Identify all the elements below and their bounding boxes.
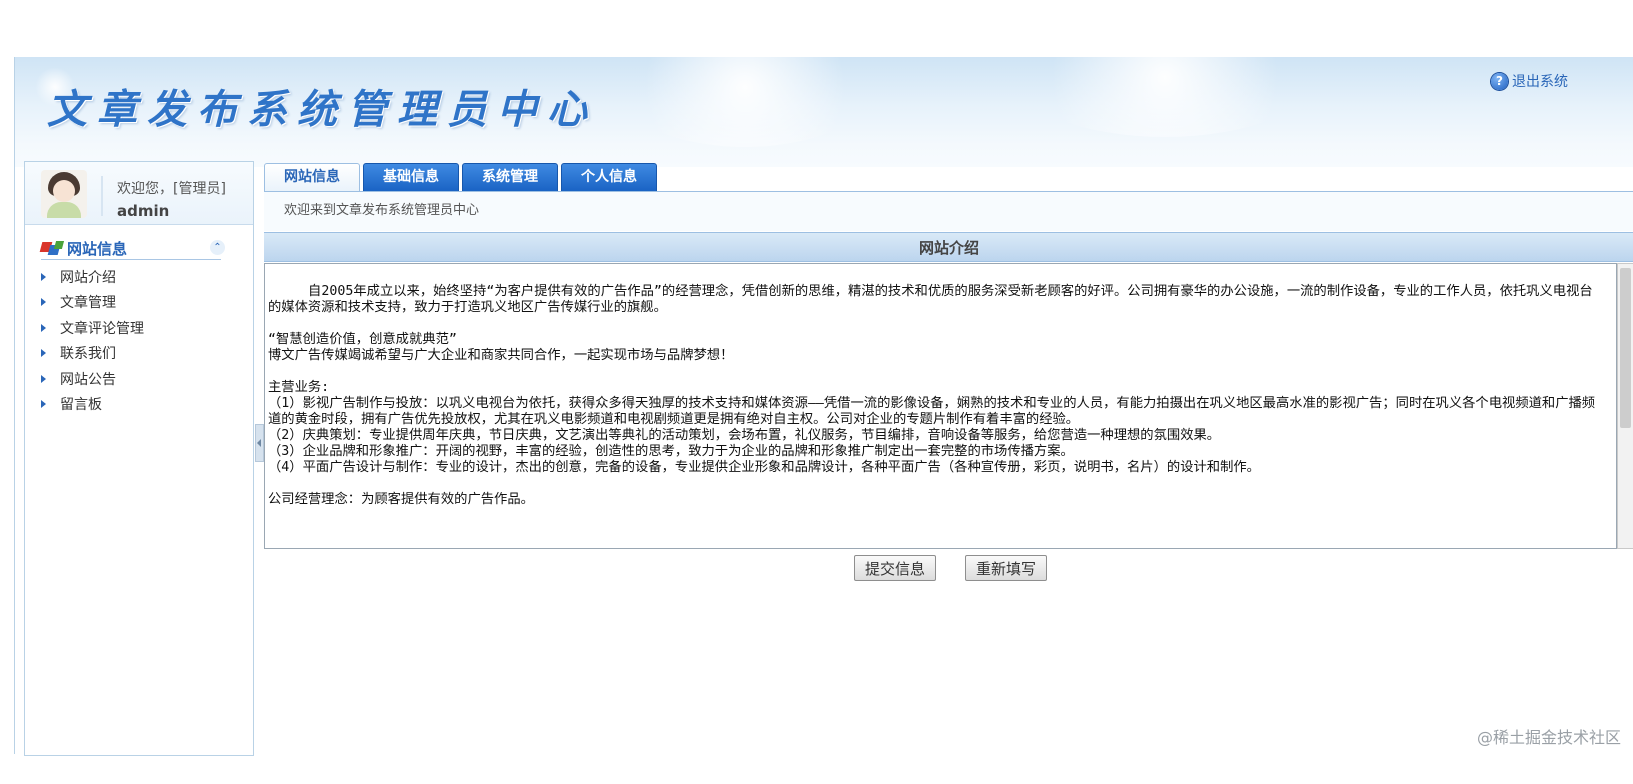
content-business-title: 主营业务:: [268, 380, 330, 395]
logout-link[interactable]: ? 退出系统: [1491, 71, 1568, 91]
sidebar-item-comment-management[interactable]: 文章评论管理: [25, 315, 253, 341]
app-window: 文章发布系统管理员中心 ? 退出系统 欢迎您，[管理员] admin 网站信息 …: [14, 57, 1633, 756]
collapse-up-icon[interactable]: ⌃: [210, 240, 225, 255]
username: admin: [117, 202, 170, 220]
help-circle-icon: ?: [1491, 72, 1508, 90]
arrow-right-icon: [41, 323, 46, 332]
breadcrumb: 欢迎来到文章发布系统管理员中心: [264, 191, 1633, 231]
arrow-right-icon: [41, 349, 46, 358]
content-editor[interactable]: 自2005年成立以来，始终坚持“为客户提供有效的广告作品”的经营理念，凭借创新的…: [264, 263, 1617, 549]
tab-site-info[interactable]: 网站信息: [264, 163, 360, 192]
sidebar-item-label: 留言板: [60, 397, 102, 414]
content-business-item: （3）企业品牌和形象推广：开阔的视野，丰富的经验，创造性的思考，致力于为企业的品…: [268, 444, 1074, 459]
content-paragraph: 博文广告传媒竭诚希望与广大企业和商家共同合作，一起实现市场与品牌梦想！: [268, 348, 734, 363]
content-business-item: （2）庆典策划：专业提供周年庆典，节日庆典，文艺演出等典礼的活动策划，会场布置，…: [268, 428, 1221, 443]
arrow-right-icon: [41, 374, 46, 383]
logout-label: 退出系统: [1512, 74, 1568, 90]
sidebar-item-contact-us[interactable]: 联系我们: [25, 341, 253, 367]
sidebar-item-message-board[interactable]: 留言板: [25, 392, 253, 418]
sidebar-item-label: 网站公告: [60, 371, 116, 388]
avatar: [41, 170, 87, 218]
nav-section-title: 网站信息: [67, 239, 128, 258]
app-title: 文章发布系统管理员中心: [47, 86, 597, 133]
sidebar-collapse-handle[interactable]: [255, 424, 264, 462]
tab-bar: 网站信息 基础信息 系统管理 个人信息: [264, 163, 660, 192]
reset-button[interactable]: 重新填写: [965, 555, 1048, 581]
sidebar-item-site-intro[interactable]: 网站介绍: [25, 264, 253, 290]
nav-section-header[interactable]: 网站信息 ⌃: [39, 237, 225, 260]
tab-basic-info[interactable]: 基础信息: [363, 163, 459, 192]
content-paragraph: 自2005年成立以来，始终坚持“为客户提供有效的广告作品”的经营理念，凭借创新的…: [268, 284, 1593, 315]
sidebar-item-article-management[interactable]: 文章管理: [25, 290, 253, 316]
content-philosophy: 公司经营理念：为顾客提供有效的广告作品。: [268, 492, 534, 507]
nav-list: 网站介绍 文章管理 文章评论管理 联系我们 网站公告 留言板: [25, 264, 253, 417]
content-slogan: “智慧创造价值，创意成就典范”: [268, 332, 457, 347]
welcome-text: 欢迎您，[管理员]: [117, 181, 226, 197]
sidebar-item-label: 联系我们: [60, 346, 116, 363]
sidebar-item-label: 文章管理: [60, 295, 116, 312]
site-logo-icon: [39, 241, 65, 255]
user-info: 欢迎您，[管理员] admin: [25, 162, 253, 225]
sidebar: 欢迎您，[管理员] admin 网站信息 ⌃ 网站介绍 文章管理 文章评论管理: [24, 161, 254, 756]
arrow-right-icon: [41, 298, 46, 307]
panel-title: 网站介绍: [264, 232, 1633, 262]
watermark: @稀土掘金技术社区: [1476, 728, 1621, 747]
header-banner: 文章发布系统管理员中心 ? 退出系统: [15, 57, 1633, 167]
tab-personal-info[interactable]: 个人信息: [561, 163, 657, 192]
editor-scrollbar[interactable]: [1617, 263, 1633, 549]
arrow-right-icon: [41, 272, 46, 281]
content-business-item: （1）影视广告制作与投放：以巩义电视台为依托，获得众多得天独厚的技术支持和媒体资…: [268, 396, 1596, 427]
sidebar-item-label: 网站介绍: [60, 269, 116, 286]
sidebar-item-label: 文章评论管理: [60, 320, 144, 337]
sidebar-item-announcements[interactable]: 网站公告: [25, 366, 253, 392]
scrollbar-thumb[interactable]: [1620, 268, 1631, 428]
content-business-item: （4）平面广告设计与制作：专业的设计，杰出的创意，完备的设备，专业提供企业形象和…: [268, 460, 1260, 475]
tab-system-management[interactable]: 系统管理: [462, 163, 558, 192]
arrow-right-icon: [41, 400, 46, 409]
submit-button[interactable]: 提交信息: [854, 555, 937, 581]
